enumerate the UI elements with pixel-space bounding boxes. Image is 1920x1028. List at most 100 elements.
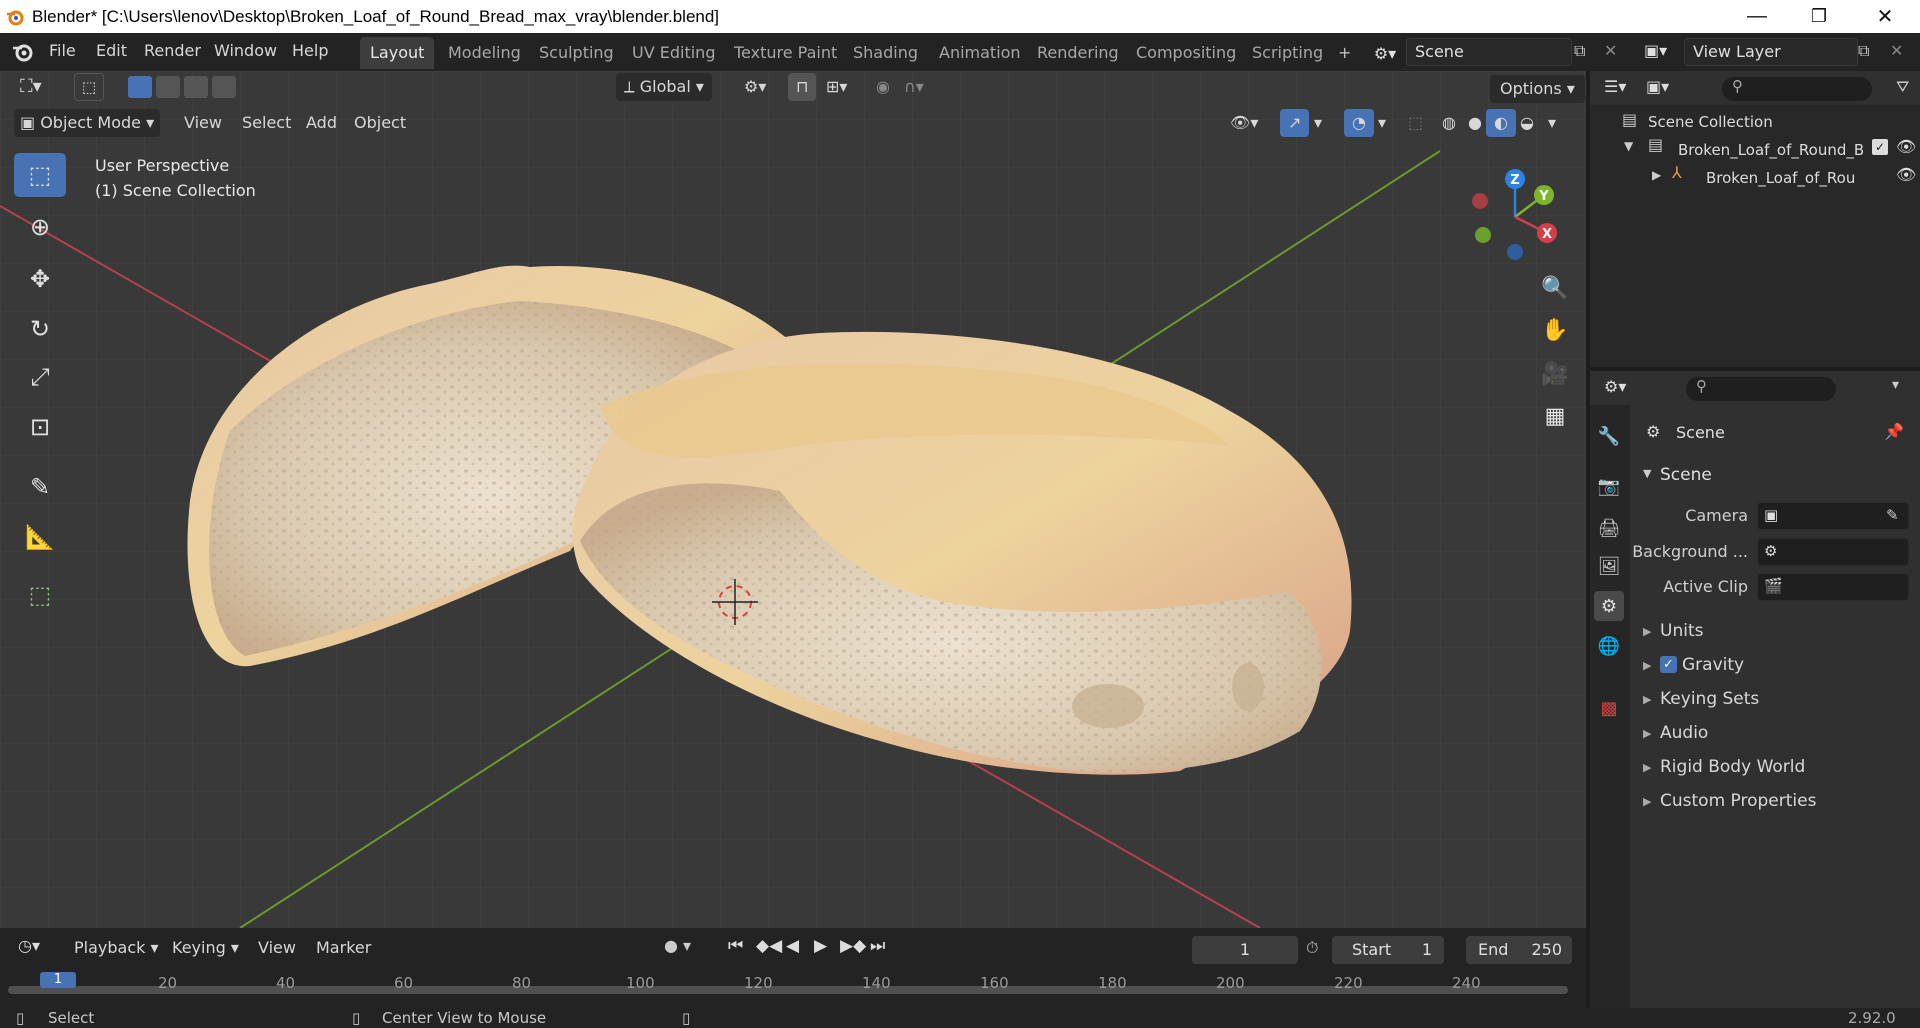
zoom-icon[interactable]: 🔍: [1536, 269, 1574, 307]
select-extend-icon[interactable]: [156, 76, 180, 98]
filter-icon[interactable]: ⛛: [1896, 77, 1909, 97]
options-dropdown[interactable]: Options ▾: [1490, 75, 1585, 103]
xray-toggle-icon[interactable]: ⬚: [1400, 109, 1431, 137]
select-new-icon[interactable]: [128, 76, 152, 98]
select-intersect-icon[interactable]: [212, 76, 236, 98]
menu-file[interactable]: File: [49, 41, 76, 60]
camera-view-icon[interactable]: 🎥: [1536, 355, 1574, 393]
display-mode-icon[interactable]: ▣▾: [1646, 77, 1669, 96]
proportional-edit-icon[interactable]: ◉: [868, 73, 898, 101]
outliner-search-input[interactable]: ⚲: [1722, 77, 1872, 101]
tab-compositing[interactable]: Compositing: [1126, 37, 1246, 69]
navigation-gizmo[interactable]: Z Y X: [1464, 161, 1570, 267]
scale-tool-icon[interactable]: ⤢: [14, 355, 66, 399]
keying-sets-expand-icon[interactable]: ▶: [1643, 693, 1651, 706]
scene-name-field[interactable]: Scene: [1406, 38, 1572, 66]
gizmo-neg-z-icon[interactable]: [1507, 244, 1523, 260]
outliner-item-collection[interactable]: Broken_Loaf_of_Round_B: [1678, 141, 1866, 159]
viewport-menu-object[interactable]: Object: [346, 109, 414, 137]
add-cube-tool-icon[interactable]: ⬚: [14, 573, 66, 617]
rigid-body-expand-icon[interactable]: ▶: [1643, 761, 1651, 774]
proportional-falloff-icon[interactable]: ∩▾: [896, 73, 932, 101]
prev-keyframe-icon[interactable]: ◆◀: [756, 936, 782, 956]
menu-render[interactable]: Render: [144, 41, 201, 60]
properties-search-input[interactable]: ⚲: [1686, 377, 1836, 401]
tab-layout[interactable]: Layout: [360, 37, 435, 69]
new-scene-icon[interactable]: ⧉: [1574, 41, 1585, 61]
jump-start-icon[interactable]: ⏮: [728, 936, 743, 956]
visibility-eye-icon[interactable]: 👁: [1896, 165, 1916, 184]
tab-animation[interactable]: Animation: [929, 37, 1031, 69]
perspective-toggle-icon[interactable]: ▦: [1536, 397, 1574, 435]
tool-tab-icon[interactable]: 🔧: [1594, 421, 1624, 451]
gizmo-neg-x-icon[interactable]: [1472, 193, 1488, 209]
tab-modeling[interactable]: Modeling: [438, 37, 531, 69]
expand-arrow-icon[interactable]: ▶: [1652, 168, 1661, 182]
mode-dropdown[interactable]: ▣ Object Mode ▾: [14, 109, 161, 137]
annotate-tool-icon[interactable]: ✎: [14, 465, 66, 509]
background-field[interactable]: ⚙: [1757, 538, 1909, 566]
outliner-item-object[interactable]: Broken_Loaf_of_Rour: [1706, 169, 1856, 187]
select-subtract-icon[interactable]: [184, 76, 208, 98]
audio-expand-icon[interactable]: ▶: [1643, 727, 1651, 740]
menu-edit[interactable]: Edit: [96, 41, 127, 60]
gravity-section[interactable]: Gravity: [1682, 655, 1744, 675]
view-layer-browse-icon[interactable]: ▣▾: [1644, 41, 1667, 60]
view-layer-field[interactable]: View Layer: [1684, 38, 1858, 66]
measure-tool-icon[interactable]: 📐: [14, 515, 66, 559]
gizmo-toggle-icon[interactable]: ↗: [1280, 109, 1310, 137]
next-keyframe-icon[interactable]: ▶◆: [840, 936, 866, 956]
timeline-menu-view[interactable]: View: [258, 938, 296, 957]
shading-dropdown-icon[interactable]: ▾: [1540, 109, 1564, 137]
delete-view-layer-icon[interactable]: ✕: [1890, 41, 1903, 60]
scene-panel-title[interactable]: Scene: [1660, 465, 1712, 485]
viewport-menu-view[interactable]: View: [176, 109, 230, 137]
timeline-menu-marker[interactable]: Marker: [316, 938, 371, 957]
transform-orientation-dropdown[interactable]: ⟂ Global ▾: [616, 73, 712, 101]
tool-select-icon[interactable]: ⬚: [74, 73, 104, 101]
tab-rendering[interactable]: Rendering: [1027, 37, 1129, 69]
gizmo-neg-y-icon[interactable]: [1475, 227, 1491, 243]
rendered-shading-icon[interactable]: ◒: [1512, 109, 1542, 137]
world-tab-icon[interactable]: 🌐: [1594, 631, 1624, 661]
blender-menu-icon[interactable]: [12, 41, 34, 63]
menu-help[interactable]: Help: [292, 41, 328, 60]
timeline-editor-type-icon[interactable]: ◷▾: [18, 936, 40, 955]
tab-sculpting[interactable]: Sculpting: [529, 37, 624, 69]
texture-tab-icon[interactable]: ▩: [1594, 693, 1624, 723]
select-box-tool-icon[interactable]: ⬚: [14, 153, 66, 197]
move-tool-icon[interactable]: ✥: [14, 257, 66, 301]
play-reverse-icon[interactable]: ◀: [786, 936, 799, 956]
scene-tab-icon[interactable]: ⚙: [1594, 591, 1624, 621]
play-icon[interactable]: ▶: [814, 936, 827, 956]
properties-editor-type-icon[interactable]: ⚙▾: [1604, 377, 1626, 396]
record-icon[interactable]: ● ▾: [664, 936, 691, 955]
viewport-menu-add[interactable]: Add: [298, 109, 345, 137]
rotate-tool-icon[interactable]: ↻: [14, 307, 66, 351]
custom-properties-expand-icon[interactable]: ▶: [1643, 795, 1651, 808]
viewport-menu-select[interactable]: Select: [234, 109, 299, 137]
eyedropper-icon[interactable]: ✎: [1886, 506, 1899, 524]
close-button[interactable]: ✕: [1856, 0, 1914, 33]
tab-shading[interactable]: Shading: [843, 37, 928, 69]
panel-collapse-arrow-icon[interactable]: ▼: [1643, 467, 1651, 480]
rigid-body-world-section[interactable]: Rigid Body World: [1660, 757, 1805, 777]
new-view-layer-icon[interactable]: ⧉: [1858, 41, 1869, 61]
custom-properties-section[interactable]: Custom Properties: [1660, 791, 1816, 811]
end-frame-field[interactable]: End 250: [1466, 936, 1572, 964]
scene-browse-icon[interactable]: ⚙▾: [1366, 39, 1404, 67]
delete-scene-icon[interactable]: ✕: [1604, 41, 1617, 60]
camera-field[interactable]: ▣ ✎: [1757, 502, 1909, 530]
maximize-button[interactable]: ❐: [1790, 0, 1848, 33]
current-frame-field[interactable]: 1: [1192, 936, 1298, 964]
start-frame-field[interactable]: Start 1: [1332, 936, 1444, 964]
pan-hand-icon[interactable]: ✋: [1536, 311, 1574, 349]
jump-end-icon[interactable]: ⏭: [870, 936, 885, 956]
gravity-expand-icon[interactable]: ▶: [1643, 659, 1651, 672]
visibility-eye-icon[interactable]: 👁: [1896, 137, 1916, 156]
gizmo-dropdown-icon[interactable]: ▾: [1306, 109, 1330, 137]
keying-sets-section[interactable]: Keying Sets: [1660, 689, 1759, 709]
tab-scripting[interactable]: Scripting: [1242, 37, 1333, 69]
audio-section[interactable]: Audio: [1660, 723, 1708, 743]
3d-viewport[interactable]: ⛶▾ ⬚ ⟂ Global ▾ ⚙▾ ⊓ ⊞▾ ◉ ∩▾ Options ▾ ▣…: [0, 71, 1586, 928]
